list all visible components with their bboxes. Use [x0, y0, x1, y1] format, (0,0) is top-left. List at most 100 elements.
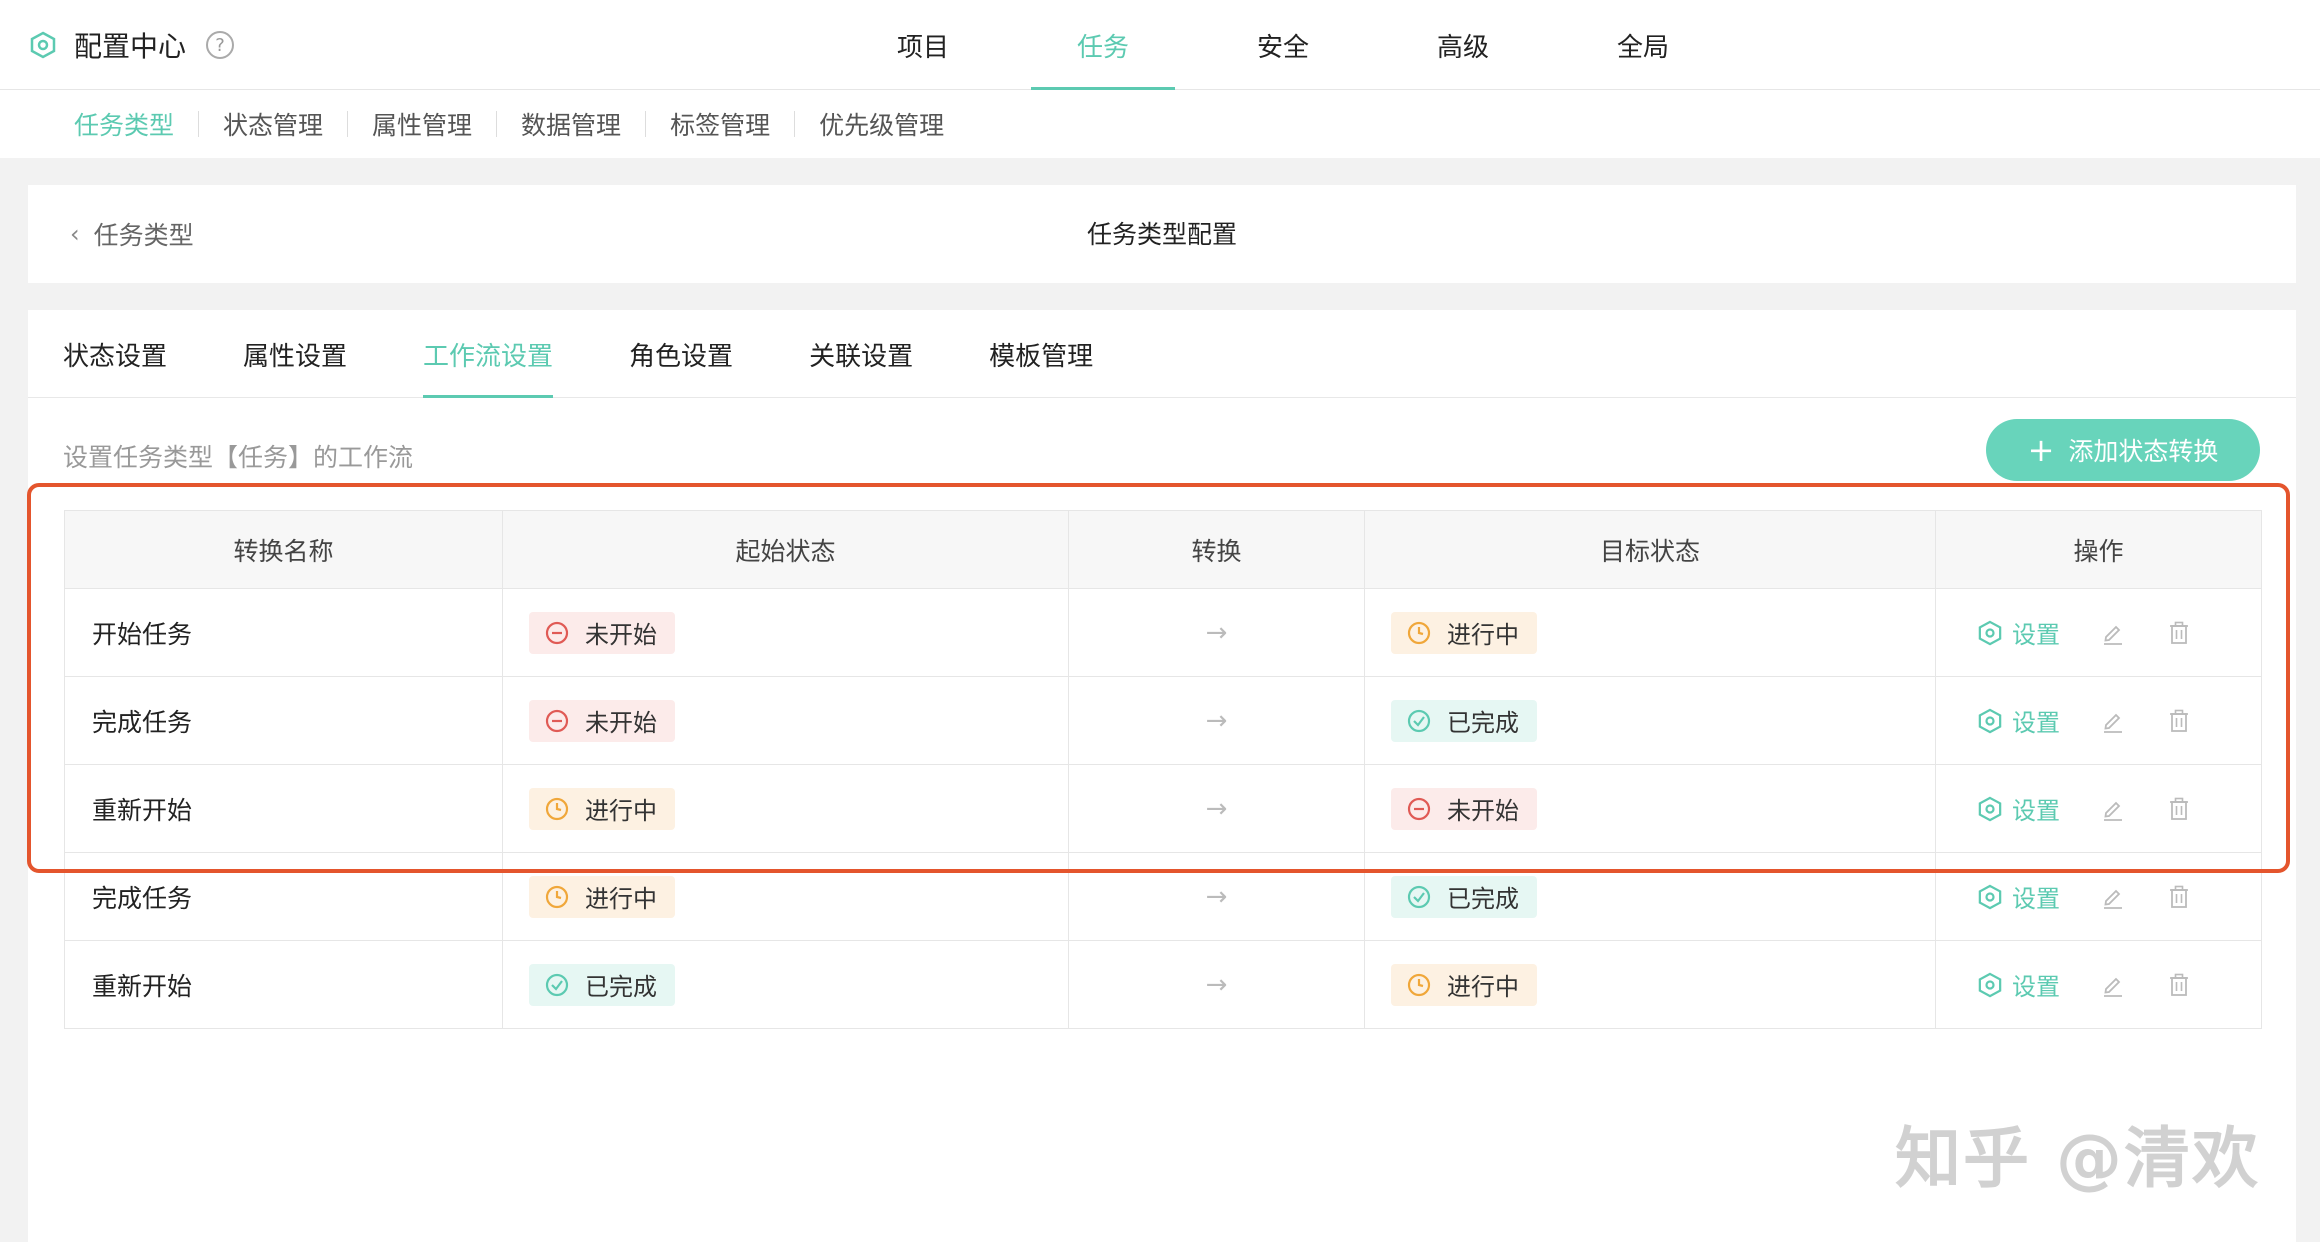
table-row: 完成任务 进行中 → 已完成 设置: [64, 852, 2262, 941]
add-transition-label: 添加状态转换: [2068, 437, 2219, 466]
settings-hexagon-icon: [1978, 796, 2002, 821]
settings-button[interactable]: 设置: [1978, 879, 2060, 914]
status-label: 进行中: [1447, 621, 1519, 649]
settings-button[interactable]: 设置: [1978, 703, 2060, 738]
from-state-cell: 未开始: [502, 588, 1069, 677]
top-nav-item-project[interactable]: 项目: [833, 0, 1013, 90]
actions-cell: 设置: [1935, 764, 2262, 853]
actions-cell: 设置: [1935, 676, 2262, 765]
status-badge: 进行中: [529, 875, 675, 918]
settings-button[interactable]: 设置: [1978, 615, 2060, 650]
clock-icon: [1407, 621, 1431, 645]
status-label: 进行中: [1447, 973, 1519, 1001]
tab-role-settings[interactable]: 角色设置: [629, 310, 733, 398]
tab-status-settings[interactable]: 状态设置: [63, 310, 167, 398]
edit-icon[interactable]: [2100, 796, 2126, 822]
status-badge: 进行中: [1391, 963, 1537, 1006]
table-row: 完成任务 未开始 → 已完成 设置: [64, 676, 2262, 765]
minus-circle-icon: [1407, 797, 1431, 821]
clock-icon: [545, 797, 569, 821]
status-label: 已完成: [1447, 885, 1519, 913]
delete-icon[interactable]: [2166, 620, 2192, 646]
status-badge: 未开始: [529, 699, 675, 742]
to-state-cell: 进行中: [1364, 940, 1936, 1029]
arrow-right-icon: →: [1068, 940, 1365, 1029]
sub-nav-tag[interactable]: 标签管理: [652, 106, 788, 142]
workflow-description: 设置任务类型【任务】的工作流: [63, 443, 414, 472]
settings-button[interactable]: 设置: [1978, 791, 2060, 826]
status-label: 进行中: [585, 885, 657, 913]
add-transition-button[interactable]: + 添加状态转换: [1986, 419, 2260, 481]
table-row: 开始任务 未开始 → 进行中 设置: [64, 588, 2262, 677]
sub-nav-task-type[interactable]: 任务类型: [56, 106, 192, 142]
status-badge: 未开始: [1391, 787, 1537, 830]
watermark: 知乎 @清欢: [1895, 1120, 2260, 1197]
check-circle-icon: [1407, 709, 1431, 733]
top-header: 配置中心 ? 项目 任务 安全 高级 全局: [0, 0, 2320, 90]
settings-button[interactable]: 设置: [1978, 967, 2060, 1002]
settings-hexagon-icon: [1978, 884, 2002, 909]
status-label: 进行中: [585, 797, 657, 825]
top-nav: 项目 任务 安全 高级 全局: [833, 0, 1733, 90]
sub-nav-priority[interactable]: 优先级管理: [801, 106, 962, 142]
config-tabs: 状态设置 属性设置 工作流设置 角色设置 关联设置 模板管理: [28, 310, 2296, 398]
sub-nav-status[interactable]: 状态管理: [205, 106, 341, 142]
edit-icon[interactable]: [2100, 972, 2126, 998]
delete-icon[interactable]: [2166, 796, 2192, 822]
top-nav-item-global[interactable]: 全局: [1553, 0, 1733, 90]
status-badge: 已完成: [1391, 875, 1537, 918]
delete-icon[interactable]: [2166, 972, 2192, 998]
to-state-cell: 已完成: [1364, 852, 1936, 941]
top-nav-item-task[interactable]: 任务: [1013, 0, 1193, 90]
transition-name: 完成任务: [64, 852, 503, 941]
top-nav-item-advanced[interactable]: 高级: [1373, 0, 1553, 90]
arrow-right-icon: →: [1068, 852, 1365, 941]
column-header-actions: 操作: [1935, 510, 2262, 589]
sub-nav: 任务类型 状态管理 属性管理 数据管理 标签管理 优先级管理: [0, 90, 2320, 158]
top-nav-item-security[interactable]: 安全: [1193, 0, 1373, 90]
workflow-table: 转换名称 起始状态 转换 目标状态 操作 开始任务 未开始 → 进行中 设置 完成任务 未开…: [64, 510, 2262, 1029]
page-title: 任务类型配置: [1086, 220, 1237, 249]
from-state-cell: 进行中: [502, 764, 1069, 853]
edit-icon[interactable]: [2100, 620, 2126, 646]
tab-workflow-settings[interactable]: 工作流设置: [423, 310, 554, 398]
sub-nav-attribute[interactable]: 属性管理: [354, 106, 490, 142]
divider: [496, 111, 498, 137]
sub-nav-data[interactable]: 数据管理: [503, 106, 639, 142]
settings-hexagon-icon: [1978, 708, 2002, 733]
divider: [794, 111, 796, 137]
settings-label: 设置: [2012, 797, 2060, 825]
tab-template-management[interactable]: 模板管理: [989, 310, 1093, 398]
actions-cell: 设置: [1935, 940, 2262, 1029]
settings-hexagon-icon: [1978, 620, 2002, 645]
column-header-transition: 转换: [1068, 510, 1365, 589]
app-title: 配置中心: [74, 30, 187, 63]
transition-name: 开始任务: [64, 588, 503, 677]
tab-attribute-settings[interactable]: 属性设置: [243, 310, 347, 398]
divider: [198, 111, 200, 137]
plus-icon: +: [2027, 431, 2055, 469]
edit-icon[interactable]: [2100, 708, 2126, 734]
clock-icon: [1407, 973, 1431, 997]
check-circle-icon: [545, 973, 569, 997]
status-label: 已完成: [1447, 709, 1519, 737]
edit-icon[interactable]: [2100, 884, 2126, 910]
status-badge: 已完成: [529, 963, 675, 1006]
column-header-name: 转换名称: [64, 510, 503, 589]
help-icon[interactable]: ?: [206, 31, 235, 59]
clock-icon: [545, 885, 569, 909]
minus-circle-icon: [545, 621, 569, 645]
delete-icon[interactable]: [2166, 708, 2192, 734]
brand: 配置中心 ?: [28, 0, 235, 90]
page-header-card: ‹ 任务类型 任务类型配置: [28, 185, 2296, 283]
settings-label: 设置: [2012, 621, 2060, 649]
tab-relation-settings[interactable]: 关联设置: [809, 310, 913, 398]
status-label: 未开始: [585, 709, 657, 737]
minus-circle-icon: [545, 709, 569, 733]
settings-hexagon-icon: [1978, 972, 2002, 997]
column-header-to: 目标状态: [1364, 510, 1936, 589]
to-state-cell: 未开始: [1364, 764, 1936, 853]
transition-name: 重新开始: [64, 764, 503, 853]
transition-name: 重新开始: [64, 940, 503, 1029]
delete-icon[interactable]: [2166, 884, 2192, 910]
